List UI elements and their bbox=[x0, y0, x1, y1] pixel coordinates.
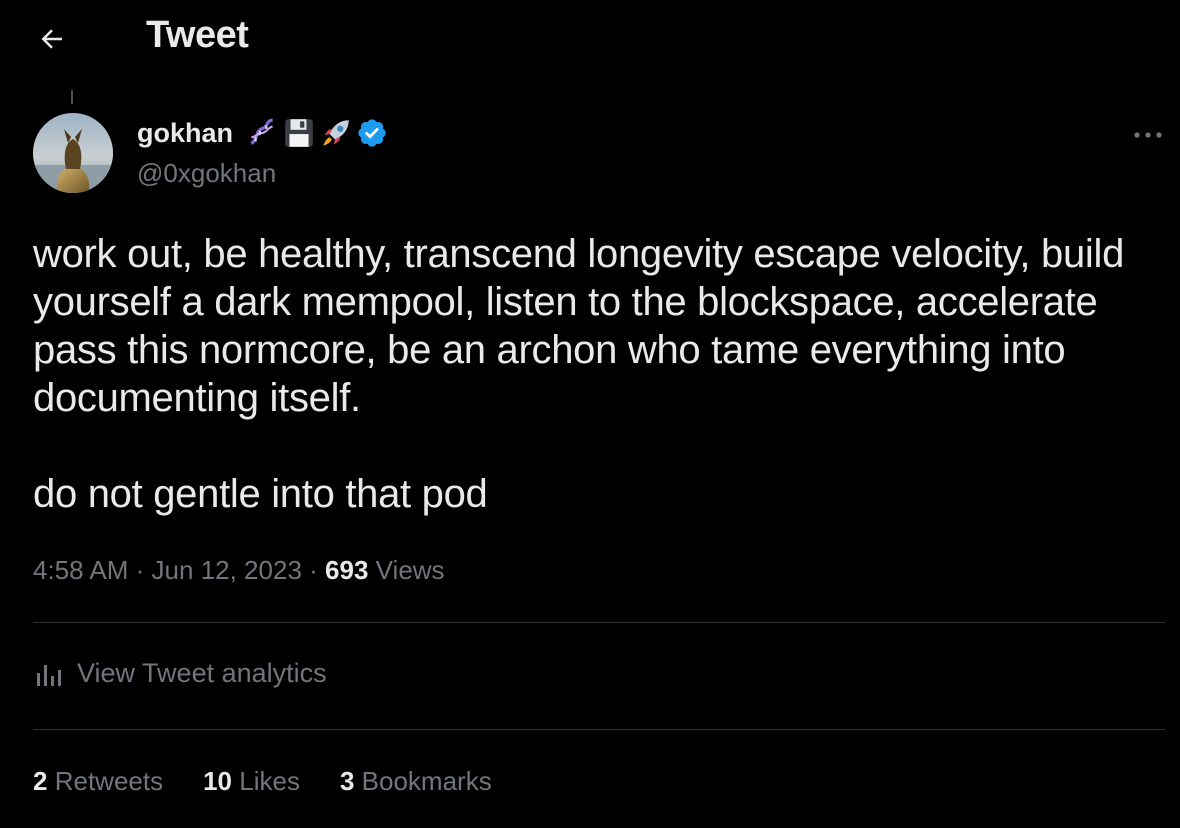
more-options-button[interactable] bbox=[1128, 120, 1168, 150]
avatar[interactable] bbox=[33, 113, 113, 193]
dna-icon bbox=[250, 118, 273, 145]
tweet-meta: 4:58 AM · Jun 12, 2023 · 693 Views bbox=[33, 555, 445, 586]
likes-count: 10 bbox=[203, 766, 233, 796]
page-title: Tweet bbox=[146, 14, 249, 56]
meta-separator: · bbox=[135, 555, 145, 585]
tweet-paragraph: do not gentle into that pod bbox=[33, 472, 488, 516]
retweets-stat[interactable]: 2 Retweets bbox=[33, 766, 163, 797]
tweet-date[interactable]: Jun 12, 2023 bbox=[152, 555, 302, 585]
thread-connector-line bbox=[71, 90, 73, 104]
tweet-text: work out, be healthy, transcend longevit… bbox=[33, 230, 1163, 518]
views-count: 693 bbox=[325, 555, 369, 585]
author-name[interactable]: gokhan bbox=[137, 118, 233, 149]
verified-badge-icon bbox=[358, 119, 386, 147]
tweet-paragraph: work out, be healthy, transcend longevit… bbox=[33, 232, 1125, 420]
author-emoji-group bbox=[245, 116, 388, 150]
likes-stat[interactable]: 10 Likes bbox=[203, 766, 300, 797]
engagement-stats: 2 Retweets 10 Likes 3 Bookmarks bbox=[33, 766, 492, 797]
more-dots-icon bbox=[1134, 132, 1162, 138]
analytics-label: View Tweet analytics bbox=[77, 658, 327, 688]
floppy-disk-icon bbox=[285, 119, 313, 147]
tweet-time[interactable]: 4:58 AM bbox=[33, 555, 128, 585]
bookmarks-count: 3 bbox=[339, 766, 355, 796]
view-analytics-link[interactable]: View Tweet analytics bbox=[33, 658, 327, 689]
meta-separator: · bbox=[309, 555, 318, 585]
top-bar: Tweet bbox=[0, 0, 1180, 76]
back-button[interactable] bbox=[30, 17, 74, 61]
rocket-icon bbox=[323, 120, 349, 146]
retweets-label: Retweets bbox=[54, 766, 164, 796]
bar-chart-icon bbox=[37, 664, 61, 686]
author-row: gokhan bbox=[137, 116, 388, 150]
retweets-count: 2 bbox=[33, 766, 48, 796]
arrow-left-icon bbox=[41, 29, 62, 49]
avatar-image bbox=[33, 113, 113, 193]
bookmarks-stat[interactable]: 3 Bookmarks bbox=[340, 766, 492, 797]
bookmarks-label: Bookmarks bbox=[361, 766, 492, 796]
author-handle[interactable]: @0xgokhan bbox=[137, 158, 276, 189]
likes-label: Likes bbox=[239, 766, 300, 796]
views-label: Views bbox=[375, 555, 445, 585]
divider bbox=[33, 622, 1165, 623]
divider bbox=[33, 729, 1165, 730]
